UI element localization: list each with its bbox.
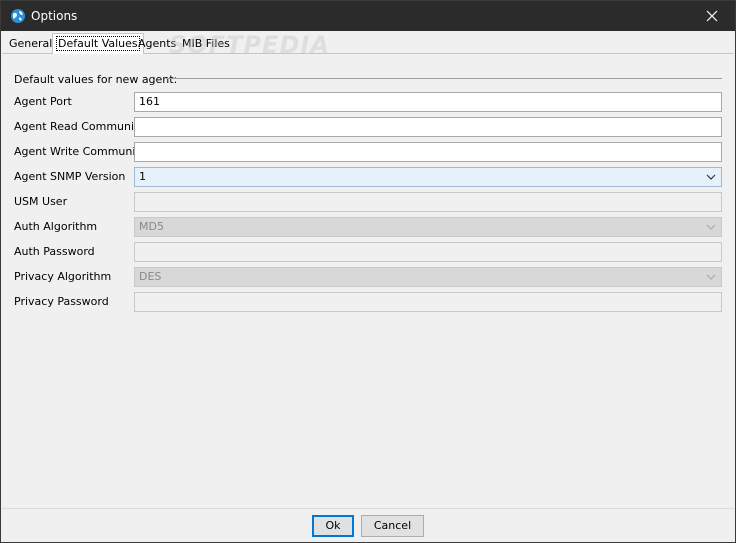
footer-divider xyxy=(2,508,734,509)
privacy-password-label: Privacy Password xyxy=(14,295,109,308)
agent-write-community-input[interactable] xyxy=(134,142,722,162)
ok-button[interactable]: Ok xyxy=(312,515,354,537)
auth-password-input[interactable] xyxy=(134,242,722,262)
privacy-algorithm-value: DES xyxy=(139,270,162,283)
agent-write-community-label: Agent Write Community xyxy=(14,145,147,158)
agent-snmp-version-label: Agent SNMP Version xyxy=(14,170,126,183)
cancel-button[interactable]: Cancel xyxy=(361,515,424,537)
chevron-down-icon xyxy=(706,274,716,280)
usm-user-input[interactable] xyxy=(134,192,722,212)
tab-default-values[interactable]: Default Values xyxy=(52,33,144,54)
tab-agents[interactable]: Agents xyxy=(134,35,180,53)
default-values-panel: Default values for new agent: Agent Port… xyxy=(2,54,734,509)
agent-port-label: Agent Port xyxy=(14,95,72,108)
privacy-algorithm-label: Privacy Algorithm xyxy=(14,270,112,283)
tab-agents-label: Agents xyxy=(138,37,177,50)
close-button[interactable] xyxy=(689,1,735,31)
options-window: Options General Default Values Agents MI… xyxy=(0,0,736,543)
usm-user-label: USM User xyxy=(14,195,68,208)
agent-snmp-version-select[interactable]: 1 xyxy=(134,167,722,187)
close-icon xyxy=(706,10,718,22)
tab-strip: General Default Values Agents MIB Files xyxy=(2,31,734,55)
privacy-password-input[interactable] xyxy=(134,292,722,312)
title-bar: Options xyxy=(1,1,735,31)
window-title: Options xyxy=(31,9,78,23)
auth-algorithm-select[interactable]: MD5 xyxy=(134,217,722,237)
tab-general[interactable]: General xyxy=(5,35,56,53)
auth-algorithm-label: Auth Algorithm xyxy=(14,220,98,233)
tab-default-values-label: Default Values xyxy=(56,36,140,51)
auth-password-label: Auth Password xyxy=(14,245,95,258)
chevron-down-icon xyxy=(706,224,716,230)
agent-snmp-version-value: 1 xyxy=(139,170,146,183)
group-divider xyxy=(166,78,722,79)
agent-port-input[interactable]: 161 xyxy=(134,92,722,112)
agent-read-community-input[interactable] xyxy=(134,117,722,137)
agent-read-community-label: Agent Read Community xyxy=(14,120,145,133)
tab-mib-files[interactable]: MIB Files xyxy=(178,35,234,53)
group-title: Default values for new agent: xyxy=(14,73,178,86)
auth-algorithm-value: MD5 xyxy=(139,220,164,233)
globe-icon xyxy=(10,8,26,24)
privacy-algorithm-select[interactable]: DES xyxy=(134,267,722,287)
chevron-down-icon xyxy=(706,174,716,180)
tab-mib-files-label: MIB Files xyxy=(182,37,230,50)
tab-general-label: General xyxy=(9,37,53,50)
